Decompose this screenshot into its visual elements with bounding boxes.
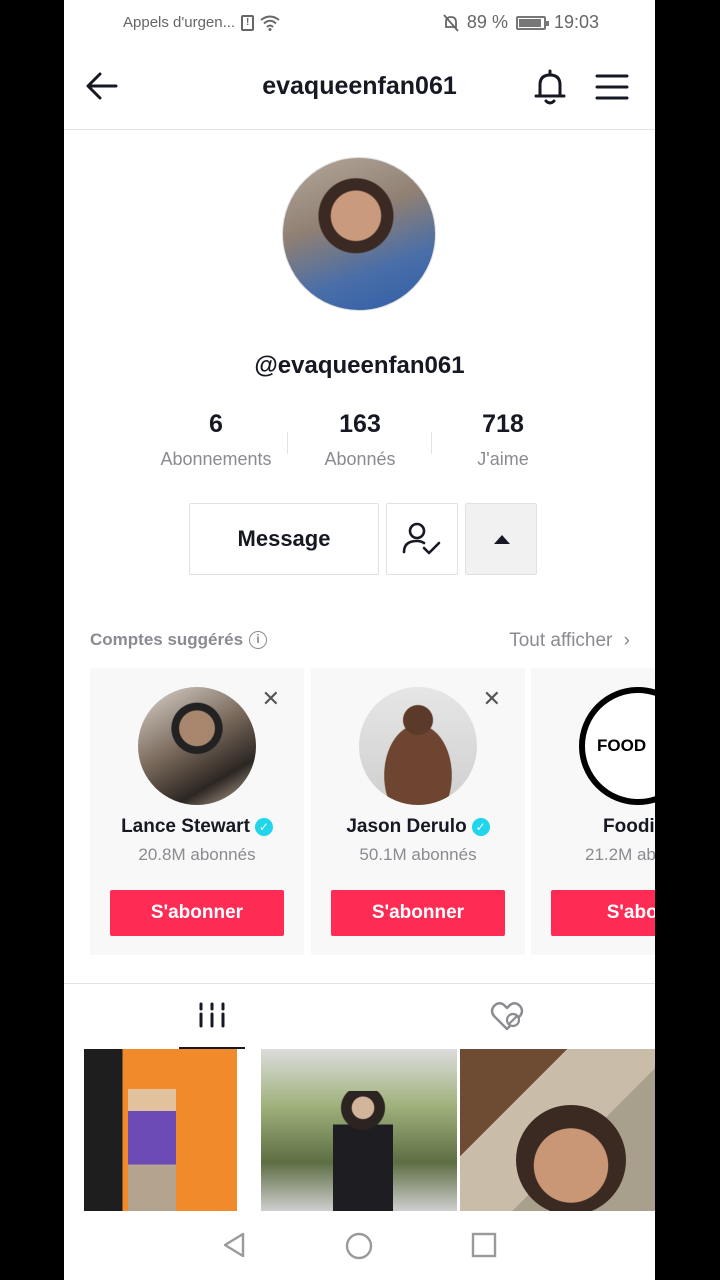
nav-recents-icon[interactable] (471, 1232, 497, 1258)
profile-handle: @evaqueenfan061 (254, 352, 465, 379)
follow-button[interactable]: S'abonner (110, 890, 284, 936)
verified-badge-icon: ✓ (471, 818, 490, 836)
stat-likes-label: J'aime (477, 449, 529, 469)
suggested-name-row: Lance Stewart ✓ (90, 816, 304, 838)
suggested-avatar[interactable] (138, 687, 256, 805)
stat-following-label: Abonnements (160, 449, 272, 469)
stat-following[interactable]: 6 Abonnements (141, 410, 291, 470)
see-all-link[interactable]: Tout afficher › (509, 630, 630, 652)
stat-followers-label: Abonnés (324, 449, 396, 469)
stat-likes-value: 718 (482, 410, 524, 438)
thumbnail-figure (128, 1089, 176, 1211)
nav-home-icon[interactable] (344, 1231, 374, 1261)
dismiss-close-icon[interactable]: ✕ (262, 686, 280, 712)
suggested-name-row: Jason Derulo ✓ (311, 816, 525, 838)
suggested-followers: 21.2M abo (585, 845, 655, 864)
stat-followers-value: 163 (339, 410, 381, 438)
video-thumbnail[interactable] (84, 1049, 258, 1211)
thumbnail-figure (333, 1091, 393, 1211)
suggested-card[interactable]: ✕ Jason Derulo ✓ 50.1M abonnés S'abonner (311, 668, 525, 955)
suggested-name: Jason Derulo (346, 816, 467, 837)
verified-badge-icon: ✓ (254, 818, 273, 836)
video-thumbnail[interactable] (460, 1049, 655, 1215)
thumbnail-face (516, 1105, 626, 1215)
suggested-accounts-title: Comptes suggérés i (90, 630, 268, 650)
sim-alert-icon: ! (241, 14, 255, 31)
dismiss-close-icon[interactable]: ✕ (483, 686, 501, 712)
profile-header: evaqueenfan061 (64, 52, 655, 130)
see-all-text: Tout afficher (509, 630, 613, 651)
suggested-title-text: Comptes suggérés (90, 630, 244, 649)
menu-icon[interactable] (594, 70, 630, 104)
profile-avatar[interactable] (282, 157, 436, 311)
chevron-right-icon: › (623, 630, 630, 651)
foodie-logo-text: FOOD (597, 736, 647, 755)
suggested-followers: 50.1M abonnés (359, 845, 477, 864)
system-nav-bar (64, 1211, 655, 1280)
suggested-avatar[interactable]: FOOD (579, 687, 655, 805)
stat-following-value: 6 (209, 410, 223, 438)
clock: 19:03 (553, 12, 599, 32)
carrier-text: Appels d'urgen... (123, 14, 236, 31)
suggested-name-row: Foodie (531, 816, 655, 838)
toggle-suggestions-button[interactable] (465, 503, 537, 575)
tab-liked-hidden-heart-icon[interactable] (489, 998, 525, 1034)
phone-screen: Appels d'urgen... ! 89 % 19:03 evaqueenf… (64, 0, 655, 1280)
suggested-followers: 20.8M abonnés (138, 845, 256, 864)
user-check-icon (402, 522, 441, 555)
video-thumbnail[interactable] (261, 1049, 457, 1211)
message-button[interactable]: Message (189, 503, 379, 575)
following-status-button[interactable] (386, 503, 458, 575)
suggested-avatar[interactable] (359, 687, 477, 805)
info-icon[interactable]: i (249, 631, 268, 649)
suggested-card[interactable]: FOOD Foodie 21.2M abo S'abon (531, 668, 655, 955)
wifi-icon (260, 15, 280, 31)
status-bar: Appels d'urgen... ! 89 % 19:03 (64, 0, 655, 44)
grid-icon (199, 1002, 225, 1028)
follow-button[interactable]: S'abon (551, 890, 655, 936)
nav-back-icon[interactable] (220, 1231, 248, 1259)
battery-percent: 89 % (466, 12, 508, 32)
mute-bell-icon (443, 13, 459, 32)
stat-followers[interactable]: 163 Abonnés (285, 410, 435, 470)
notification-bell-icon[interactable] (532, 68, 568, 108)
caret-up-icon (494, 535, 510, 544)
follow-button[interactable]: S'abonner (331, 890, 505, 936)
suggested-name: Foodie (603, 816, 655, 837)
suggested-card[interactable]: ✕ Lance Stewart ✓ 20.8M abonnés S'abonne… (90, 668, 304, 955)
suggested-name: Lance Stewart (121, 816, 250, 837)
stat-likes[interactable]: 718 J'aime (428, 410, 578, 470)
battery-icon (515, 15, 549, 30)
profile-tabs (64, 983, 655, 1050)
tab-videos[interactable] (179, 984, 245, 1050)
